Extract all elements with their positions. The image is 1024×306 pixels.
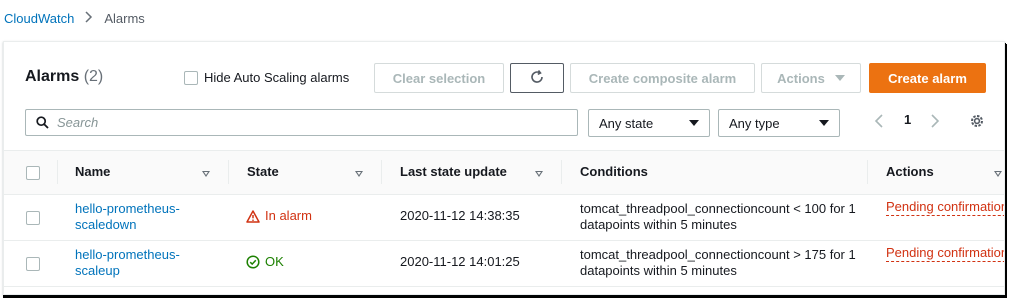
refresh-icon	[529, 69, 545, 88]
column-divider	[867, 160, 868, 184]
breadcrumb: CloudWatch Alarms	[0, 8, 145, 28]
column-header-actions[interactable]: Actions	[886, 164, 934, 179]
table-row[interactable]: hello-prometheus-scaleup OK 2020-11-12 1…	[4, 240, 1004, 287]
last-update-value: 2020-11-12 14:38:35	[400, 208, 520, 223]
select-all-checkbox[interactable]	[26, 166, 40, 180]
last-update-value: 2020-11-12 14:01:25	[400, 254, 520, 269]
check-circle-icon	[246, 255, 260, 269]
next-page-icon[interactable]	[930, 114, 940, 131]
row-checkbox[interactable]	[26, 211, 40, 225]
sort-icon[interactable]	[355, 171, 363, 177]
alarm-name-link[interactable]: hello-prometheus-scaledown	[75, 201, 195, 233]
actions-status-link[interactable]: Pending confirmation	[886, 244, 1004, 262]
alarm-name-link[interactable]: hello-prometheus-scaleup	[75, 247, 195, 279]
alarm-count: (2)	[83, 68, 104, 85]
column-divider	[381, 160, 382, 184]
warning-icon	[246, 209, 260, 223]
sort-icon[interactable]	[994, 171, 1002, 177]
column-divider	[561, 160, 562, 184]
conditions-value: tomcat_threadpool_connectioncount < 100 …	[580, 201, 856, 232]
actions-dropdown[interactable]: Actions	[761, 63, 861, 93]
clear-selection-button[interactable]: Clear selection	[374, 63, 504, 93]
state-text: In alarm	[265, 208, 312, 223]
state-text: OK	[265, 254, 284, 269]
page-number[interactable]: 1	[904, 112, 911, 127]
column-divider	[228, 160, 229, 184]
page-title: Alarms (2)	[25, 68, 103, 86]
column-header-last-update[interactable]: Last state update	[400, 164, 507, 179]
row-checkbox[interactable]	[26, 257, 40, 271]
type-filter-select[interactable]: Any type	[718, 109, 840, 137]
create-composite-alarm-button[interactable]: Create composite alarm	[570, 63, 755, 93]
caret-down-icon	[689, 120, 699, 126]
search-icon	[36, 116, 49, 129]
caret-down-icon	[819, 120, 829, 126]
column-header-name[interactable]: Name	[75, 164, 110, 179]
search-input[interactable]: Search	[25, 109, 578, 136]
status-badge: OK	[246, 254, 284, 270]
title-text: Alarms	[25, 68, 80, 85]
actions-status-link[interactable]: Pending confirmation	[886, 198, 1004, 216]
previous-page-icon[interactable]	[874, 114, 884, 131]
column-header-state[interactable]: State	[247, 164, 279, 179]
actions-dropdown-label: Actions	[777, 70, 825, 86]
state-filter-select[interactable]: Any state	[588, 109, 710, 137]
create-alarm-button[interactable]: Create alarm	[869, 63, 986, 93]
table-header: Name State Last state update Conditions …	[4, 150, 1004, 195]
hide-autoscaling-label: Hide Auto Scaling alarms	[204, 70, 350, 85]
gear-icon[interactable]	[969, 113, 985, 132]
hide-autoscaling-checkbox[interactable]	[184, 71, 198, 85]
state-filter-value: Any state	[599, 115, 654, 131]
sort-icon[interactable]	[202, 171, 210, 177]
breadcrumb-cloudwatch-link[interactable]: CloudWatch	[4, 11, 74, 26]
refresh-button[interactable]	[510, 63, 564, 93]
status-badge: In alarm	[246, 208, 312, 224]
chevron-right-icon	[85, 10, 93, 26]
type-filter-value: Any type	[729, 115, 780, 131]
conditions-value: tomcat_threadpool_connectioncount > 175 …	[580, 247, 856, 278]
caret-down-icon	[834, 75, 845, 81]
breadcrumb-current: Alarms	[104, 10, 145, 26]
search-placeholder: Search	[57, 115, 99, 130]
column-header-conditions[interactable]: Conditions	[580, 164, 648, 179]
column-divider	[57, 160, 58, 184]
sort-icon[interactable]	[535, 171, 543, 177]
alarms-panel: Alarms (2) Hide Auto Scaling alarms Clea…	[3, 41, 1005, 295]
table-row[interactable]: hello-prometheus-scaledown In alarm 2020…	[4, 194, 1004, 241]
